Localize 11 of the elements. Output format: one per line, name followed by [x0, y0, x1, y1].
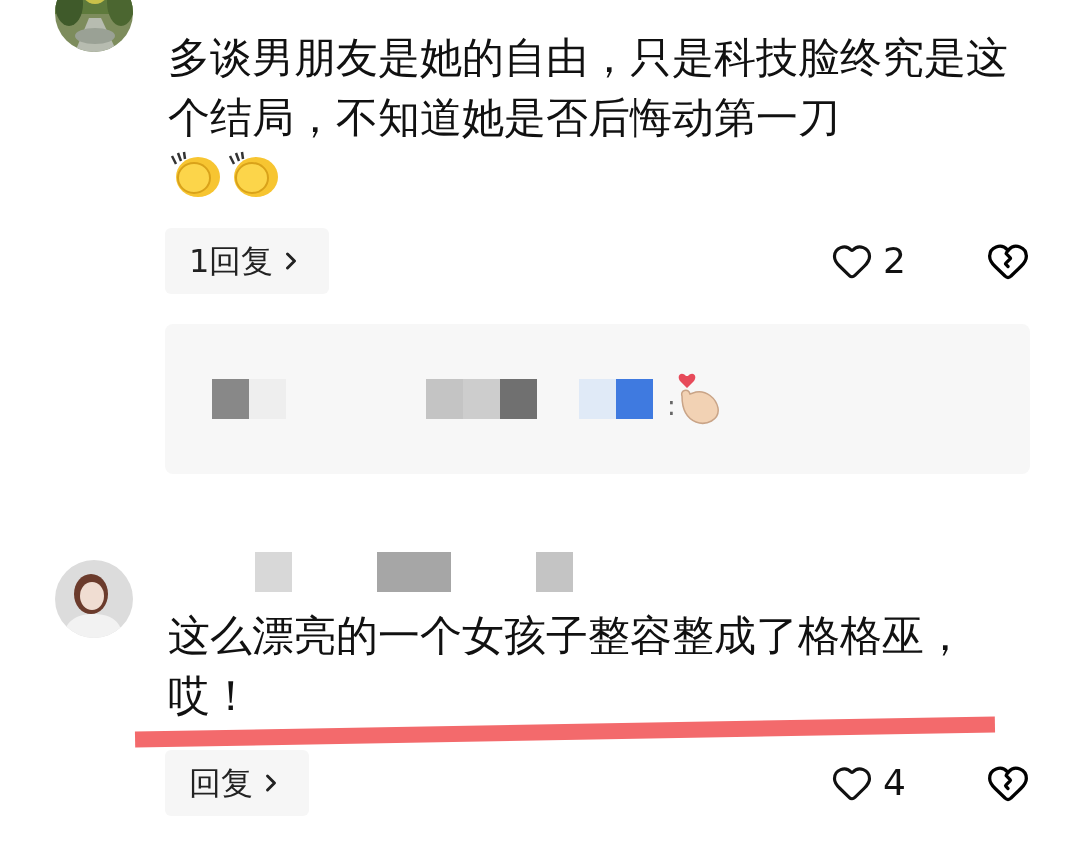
- like-button[interactable]: 2: [831, 234, 906, 288]
- comment-text: 这么漂亮的一个女孩子整容整成了格格巫，哎！: [168, 610, 967, 722]
- reply-button[interactable]: 1回复: [165, 228, 330, 294]
- clapping-hands-icon: [168, 150, 222, 200]
- colon-separator: :: [667, 389, 676, 423]
- like-button[interactable]: 4: [831, 756, 906, 810]
- comment-text: 多谈男朋友是她的自由，只是科技脸终究是这个结局，不知道她是否后悔动第一刀: [168, 32, 1009, 144]
- reply-button[interactable]: 回复: [165, 750, 309, 816]
- mosaic-blur: [255, 552, 292, 592]
- mosaic-blur: [536, 552, 573, 592]
- clapping-hands-icon: [226, 150, 280, 200]
